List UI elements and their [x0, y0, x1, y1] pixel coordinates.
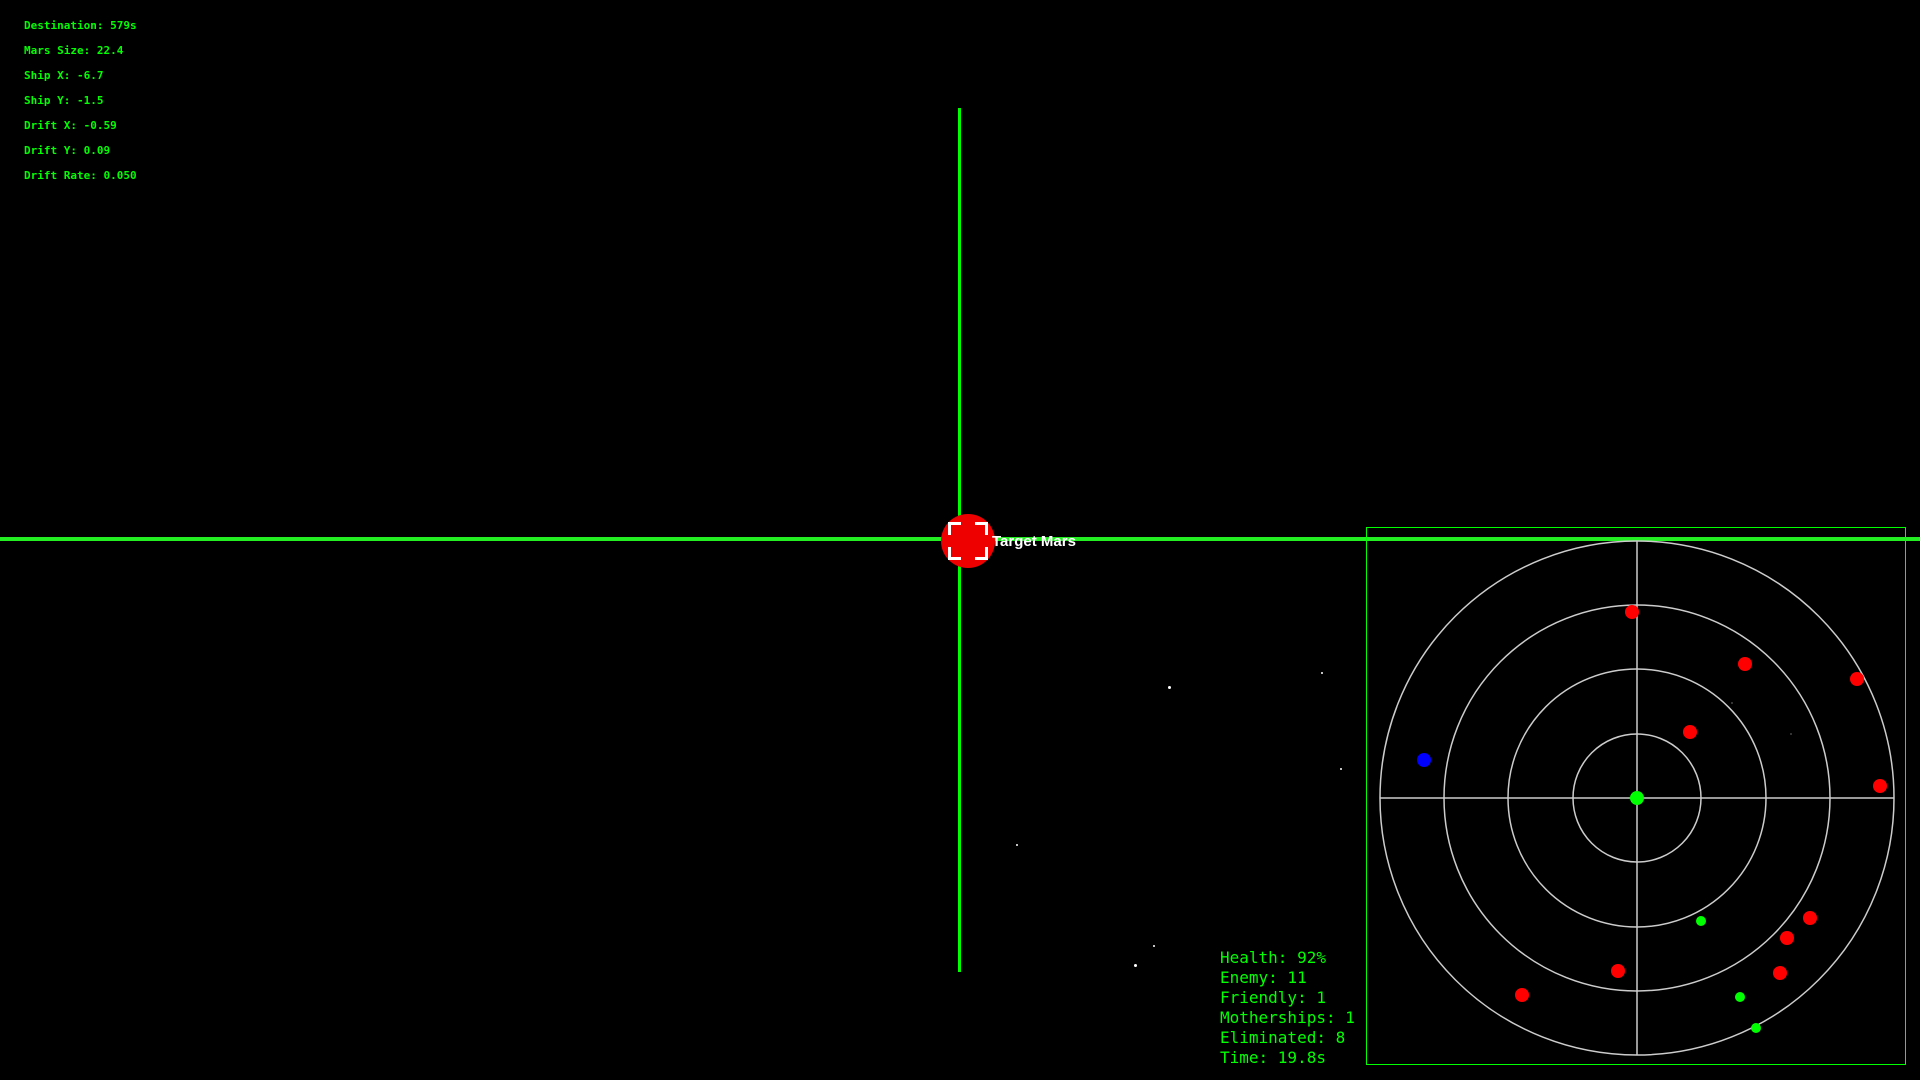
star [1168, 686, 1171, 689]
radar-enemy-blip [1611, 964, 1625, 978]
radar-friendly-blip [1735, 992, 1745, 1002]
radar-faint-dot [1790, 733, 1792, 735]
target-bracket-bottom-right [975, 547, 988, 560]
radar-enemy-blip [1850, 672, 1864, 686]
game-viewport[interactable]: Destination: 579s Mars Size: 22.4 Ship X… [0, 0, 1920, 1080]
target-bracket-bottom-left [948, 547, 961, 560]
mothership-count: Motherships: 1 [1220, 1008, 1355, 1027]
mars-target[interactable] [941, 514, 995, 568]
radar-enemy-blip [1873, 779, 1887, 793]
radar-enemy-blip [1780, 931, 1794, 945]
radar-enemy-blip [1773, 966, 1787, 980]
ship-x-readout: Ship X: -6.7 [24, 69, 104, 82]
drift-x-readout: Drift X: -0.59 [24, 119, 117, 132]
drift-y-readout: Drift Y: 0.09 [24, 144, 111, 157]
target-bracket-top-left [948, 522, 961, 535]
radar-panel [1366, 527, 1906, 1065]
radar-friendly-blip [1696, 916, 1706, 926]
destination-readout: Destination: 579s [24, 19, 137, 32]
radar-display [1379, 540, 1895, 1056]
status-panel: Health: 92% Enemy: 11 Friendly: 1 Mother… [1220, 948, 1355, 1068]
radar-faint-dot [1731, 702, 1733, 704]
radar-friendly-blip [1751, 1023, 1761, 1033]
star [1321, 672, 1323, 674]
friendly-count: Friendly: 1 [1220, 988, 1326, 1007]
star [1340, 768, 1342, 770]
radar-enemy-blip [1515, 988, 1529, 1002]
ship-y-readout: Ship Y: -1.5 [24, 94, 104, 107]
star [1016, 844, 1018, 846]
radar-enemy-blip [1625, 605, 1639, 619]
eliminated-count: Eliminated: 8 [1220, 1028, 1346, 1047]
mars-size-readout: Mars Size: 22.4 [24, 44, 124, 57]
radar-enemy-blip [1738, 657, 1752, 671]
radar-player-blip [1630, 791, 1644, 805]
debug-readout-panel: Destination: 579s Mars Size: 22.4 Ship X… [24, 13, 137, 188]
radar-mothership-blip [1417, 753, 1431, 767]
radar-enemy-blip [1803, 911, 1817, 925]
enemy-count: Enemy: 11 [1220, 968, 1307, 987]
target-bracket-top-right [975, 522, 988, 535]
mission-time: Time: 19.8s [1220, 1048, 1326, 1067]
target-label: Target Mars [992, 533, 1076, 550]
star [1134, 964, 1137, 967]
health-readout: Health: 92% [1220, 948, 1326, 967]
star [1153, 945, 1155, 947]
drift-rate-readout: Drift Rate: 0.050 [24, 169, 137, 182]
radar-enemy-blip [1683, 725, 1697, 739]
